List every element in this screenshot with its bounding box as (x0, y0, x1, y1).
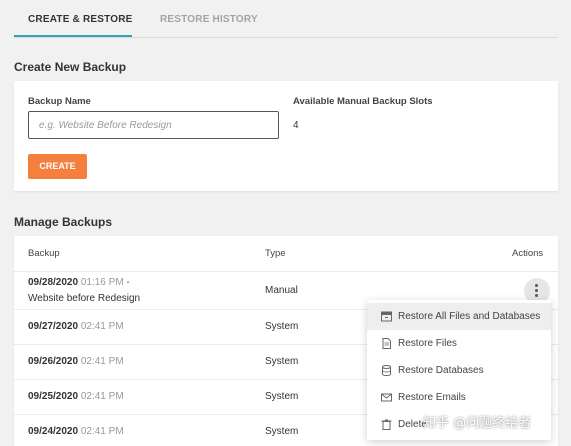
trash-icon (381, 419, 392, 430)
tab-bar: CREATE & RESTORE RESTORE HISTORY (14, 0, 558, 38)
backup-date: 09/24/2020 02:41 PM (28, 426, 124, 437)
watermark-text: 知乎 @问题终结者 (423, 416, 532, 431)
backup-date: 09/26/2020 02:41 PM (28, 356, 124, 367)
archive-icon (381, 311, 392, 322)
backup-type: System (265, 321, 299, 332)
column-header-backup: Backup (28, 248, 60, 259)
backup-date: 09/25/2020 02:41 PM (28, 391, 124, 402)
backup-name-label: Backup Name (28, 96, 91, 107)
backup-name-input[interactable] (28, 111, 279, 139)
backup-time: 01:16 PM (80, 277, 124, 288)
menu-item-label: Restore Emails (398, 392, 466, 403)
backup-type: Manual (265, 285, 298, 296)
create-backup-title: Create New Backup (14, 60, 127, 74)
backup-time: 02:41 PM (80, 321, 124, 332)
manage-backups-title: Manage Backups (14, 215, 113, 229)
envelope-icon (381, 393, 392, 402)
menu-item-label: Restore Files (398, 338, 457, 349)
backup-time: 02:41 PM (80, 426, 124, 437)
menu-item-restore-all[interactable]: Restore All Files and Databases (367, 303, 551, 330)
menu-item-restore-databases[interactable]: Restore Databases (367, 357, 551, 384)
tab-restore-history[interactable]: RESTORE HISTORY (160, 14, 258, 25)
backup-date: 09/28/2020 01:16 PM - (28, 277, 130, 288)
menu-item-restore-emails[interactable]: Restore Emails (367, 384, 551, 411)
slots-value: 4 (293, 120, 299, 131)
backup-name: Website before Redesign (28, 293, 141, 304)
tab-create-restore[interactable]: CREATE & RESTORE (28, 14, 133, 25)
menu-item-restore-files[interactable]: Restore Files (367, 330, 551, 357)
database-icon (382, 365, 391, 376)
backup-time: 02:41 PM (80, 391, 124, 402)
active-tab-indicator (14, 35, 132, 37)
menu-item-label: Restore Databases (398, 365, 484, 376)
column-header-type: Type (265, 248, 286, 259)
backup-time: 02:41 PM (80, 356, 124, 367)
column-header-actions: Actions (512, 248, 544, 259)
backup-date: 09/27/2020 02:41 PM (28, 321, 124, 332)
backup-type: System (265, 356, 299, 367)
create-backup-card: Backup Name Available Manual Backup Slot… (14, 81, 558, 191)
menu-item-label: Restore All Files and Databases (398, 311, 541, 322)
file-icon (382, 338, 391, 349)
create-button[interactable]: CREATE (28, 154, 87, 179)
slots-label: Available Manual Backup Slots (293, 96, 433, 107)
backup-type: System (265, 426, 299, 437)
backup-type: System (265, 391, 299, 402)
